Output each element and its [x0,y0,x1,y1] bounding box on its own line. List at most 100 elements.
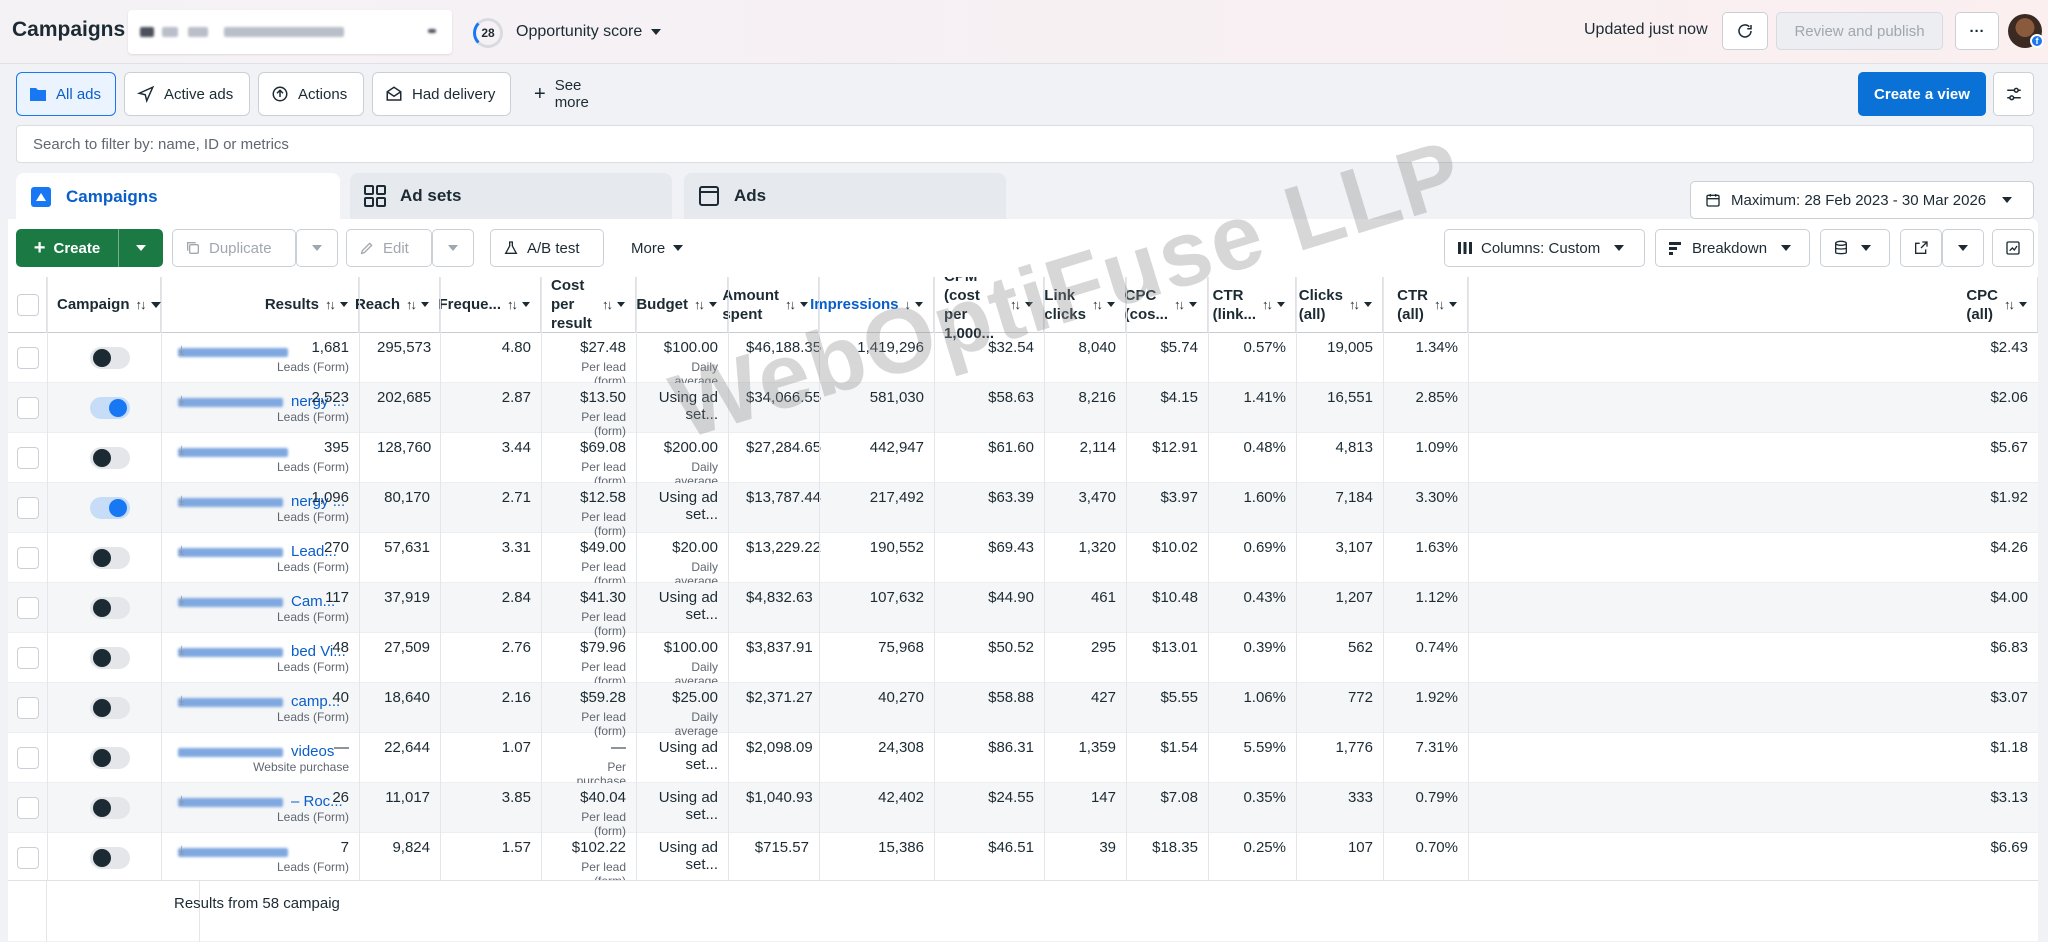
table-row[interactable]: videos — Website purchase 22,644 1.07— Per pu… [8,733,2038,788]
sort-icon[interactable]: ↑↓ [694,297,705,312]
column-header-results[interactable]: Results ↑↓ [161,277,359,333]
table-row[interactable]: – Roc... ⤓ 26 Leads (Form) 11,017 3.85 $40.04 P… [8,783,2038,838]
edit-dropdown-button[interactable] [432,229,474,267]
column-menu-icon[interactable] [522,302,530,307]
table-row[interactable]: Lead... ⤓ 270 Leads (Form) 57,631 3.31 $49.00 P… [8,533,2038,588]
create-dropdown-button[interactable] [119,229,163,267]
filter-had-delivery[interactable]: Had delivery [372,72,511,116]
row-checkbox[interactable] [17,697,39,719]
filter-all-ads[interactable]: All ads [16,72,116,116]
search-input[interactable]: Search to filter by: name, ID or metrics [16,125,2034,163]
more-options-button[interactable]: ··· [1955,12,1999,50]
refresh-button[interactable] [1722,12,1768,50]
filter-actions[interactable]: Actions [258,72,364,116]
column-header-cpc-cos[interactable]: CPC (cos... ↑↓ [1125,277,1208,333]
column-header-cpm-cost-per-1-000[interactable]: CPM (costper 1,000...↑↓ [934,277,1044,342]
reports-button[interactable] [1820,229,1890,267]
table-row[interactable]: Cam... ⤓ 117 Leads (Form) 37,919 2.84 $41.30 Pe… [8,583,2038,638]
table-row[interactable]: nergy ... ⤓ 2,523 Leads (Form) 202,685 2.87 $1… [8,383,2038,438]
sort-icon[interactable]: ↑↓ [406,297,417,312]
ab-test-button[interactable]: A/B test [490,229,604,267]
sort-icon[interactable]: ↑↓ [1262,297,1273,312]
column-menu-icon[interactable] [1364,302,1372,307]
campaign-toggle[interactable] [90,447,130,469]
row-checkbox[interactable] [17,547,39,569]
sort-icon[interactable]: ↑↓ [136,297,147,312]
campaign-toggle[interactable] [90,547,130,569]
create-view-button[interactable]: Create a view [1858,72,1986,116]
view-settings-button[interactable] [1993,72,2034,116]
table-row[interactable]: camp... ⤓ 40 Leads (Form) 18,640 2.16 $59.28 Pe… [8,683,2038,738]
campaign-toggle[interactable] [90,647,130,669]
column-menu-icon[interactable] [2019,302,2027,307]
campaign-toggle[interactable] [90,597,130,619]
campaign-toggle[interactable] [90,497,130,519]
column-menu-icon[interactable] [1449,302,1457,307]
sort-icon[interactable]: ↑↓ [785,297,796,312]
table-row[interactable]: ⤓7Leads (Form) 9,824 1.57 $102.22Per lead (… [8,833,2038,888]
column-menu-icon[interactable] [709,302,717,307]
row-checkbox[interactable] [17,597,39,619]
campaign-toggle[interactable] [90,847,130,869]
row-checkbox[interactable] [17,447,39,469]
column-menu-icon[interactable] [150,301,161,308]
column-header-freque[interactable]: Freque... ↑↓ [438,277,541,333]
account-selector[interactable] [128,10,452,54]
row-checkbox[interactable] [17,847,39,869]
sort-icon[interactable]: ↑↓ [507,297,518,312]
see-more-button[interactable]: + See more [521,72,629,116]
column-header-link-clicks[interactable]: Link clicks ↑↓ [1044,277,1126,333]
tab-campaigns[interactable]: Campaigns [16,173,340,220]
opportunity-score-label[interactable]: Opportunity score [516,23,662,41]
duplicate-button[interactable]: Duplicate [172,229,296,267]
sort-icon[interactable]: ↑↓ [1349,297,1360,312]
more-button[interactable]: More [618,229,700,267]
opportunity-score-ring[interactable]: 28 [473,18,503,48]
breakdown-button[interactable]: Breakdown [1655,229,1810,267]
duplicate-dropdown-button[interactable] [296,229,338,267]
column-header-impressions[interactable]: Impressions ↓ [810,277,934,333]
row-checkbox[interactable] [17,497,39,519]
sort-icon[interactable]: ↑↓ [2004,297,2015,312]
row-checkbox[interactable] [17,797,39,819]
column-menu-icon[interactable] [617,302,625,307]
column-header-reach[interactable]: Reach ↑↓ [355,277,440,333]
review-publish-button[interactable]: Review and publish [1776,12,1943,50]
chart-button[interactable] [1992,229,2034,267]
column-header-ctr-link[interactable]: CTR (link... ↑↓ [1208,277,1296,333]
sort-icon[interactable]: ↑↓ [1010,297,1021,312]
column-menu-icon[interactable] [1189,302,1197,307]
sort-icon[interactable]: ↑↓ [602,297,613,312]
column-menu-icon[interactable] [1277,302,1285,307]
sort-icon[interactable]: ↑↓ [1092,297,1103,312]
table-row[interactable]: bed Vi... ⤓ 48 Leads (Form) 27,509 2.76 $79.96… [8,633,2038,688]
column-menu-icon[interactable] [340,302,348,307]
campaign-toggle[interactable] [90,797,130,819]
sort-icon[interactable]: ↑↓ [1174,297,1185,312]
row-checkbox[interactable] [17,747,39,769]
table-row[interactable]: nergy ... ⤓ 1,096 Leads (Form) 80,170 2.71 $12… [8,483,2038,538]
column-header-ctr-all[interactable]: CTR (all) ↑↓ [1383,277,1468,333]
edit-button[interactable]: Edit [346,229,432,267]
column-header-amount-spent[interactable]: Amount spent ↑↓ [722,277,819,333]
sort-icon[interactable]: ↑↓ [1434,297,1445,312]
column-header-campaign[interactable]: Campaign ↑↓ [47,277,161,333]
column-header-budget[interactable]: Budget ↑↓ [636,277,728,333]
campaign-toggle[interactable] [90,697,130,719]
select-all-checkbox[interactable] [17,294,39,316]
export-dropdown-button[interactable] [1942,229,1984,267]
date-range-picker[interactable]: Maximum: 28 Feb 2023 - 30 Mar 2026 [1690,181,2034,219]
tab-ads[interactable]: Ads [684,173,1006,219]
filter-active-ads[interactable]: Active ads [124,72,250,116]
campaign-toggle[interactable] [90,747,130,769]
sort-icon[interactable]: ↑↓ [325,297,336,312]
column-header-cpc-all[interactable]: CPC (all) ↑↓ [1468,277,2038,333]
row-checkbox[interactable] [17,647,39,669]
column-header-clicks-all[interactable]: Clicks (all) ↑↓ [1296,277,1383,333]
column-menu-icon[interactable] [915,302,923,307]
campaign-toggle[interactable] [90,397,130,419]
column-menu-icon[interactable] [1107,302,1115,307]
sort-icon[interactable]: ↓ [905,297,911,312]
column-menu-icon[interactable] [800,302,808,307]
table-row[interactable]: ⤓ 395 Leads (Form) 128,760 3.44 $69.08 Per lea… [8,433,2038,488]
